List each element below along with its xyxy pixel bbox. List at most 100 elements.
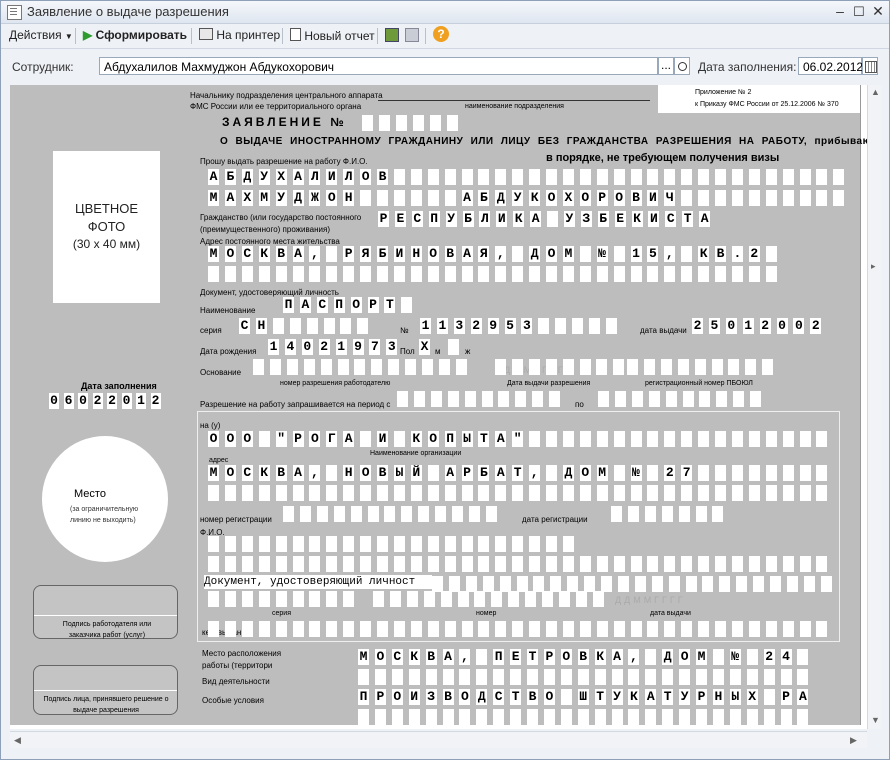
name-cell: У xyxy=(275,190,287,206)
org-cell xyxy=(765,431,777,447)
conditions-cell xyxy=(628,709,640,725)
fio-cell xyxy=(579,556,591,572)
photo-text-1: ЦВЕТНОЕ xyxy=(74,201,139,216)
regnum-cell xyxy=(299,506,311,522)
search-button[interactable] xyxy=(674,57,690,75)
basis-cell xyxy=(438,359,450,375)
generate-button[interactable]: ▶ Сформировать xyxy=(83,28,187,42)
citizenship-cell: К xyxy=(513,211,525,227)
work-place-cell: А xyxy=(611,649,623,665)
id-document-text[interactable]: Документ, удостоверяющий личност xyxy=(204,575,432,589)
org-cell: И xyxy=(377,431,388,447)
period-to-cell xyxy=(733,391,745,407)
citizenship-cell: Р xyxy=(378,211,389,227)
org-cell xyxy=(258,431,270,447)
work-place-cell: К xyxy=(594,649,606,665)
id-number-cell xyxy=(389,591,401,607)
copy-button[interactable] xyxy=(405,28,419,45)
birth-cell: 0 xyxy=(301,339,313,355)
date-field[interactable]: 06.02.2012 xyxy=(798,57,863,75)
org-address-cell xyxy=(816,485,828,501)
window-title: Заявление о выдаче разрешения xyxy=(27,4,229,19)
actions-menu[interactable]: Действия ▼ xyxy=(9,28,73,42)
scroll-down-icon[interactable]: ▼ xyxy=(871,715,880,725)
work-place-cell xyxy=(797,649,809,665)
employee-label: Сотрудник: xyxy=(12,60,74,74)
fill-date-cell: 0 xyxy=(78,393,88,409)
fio-cell xyxy=(613,556,625,572)
fio-cell xyxy=(731,556,743,572)
work-place-cell: О xyxy=(560,649,572,665)
select-button[interactable]: ... xyxy=(658,57,674,75)
help-button[interactable]: ? xyxy=(433,26,449,42)
work-place-cell xyxy=(645,649,657,665)
minimize-button[interactable]: – xyxy=(831,3,849,20)
period-from-cell xyxy=(413,391,425,407)
calendar-button[interactable] xyxy=(862,57,878,75)
horizontal-scrollbar[interactable]: ◀ ▶ xyxy=(10,731,867,748)
spreadsheet-viewport: Приложение № 2 к Приказу ФМС России от 2… xyxy=(10,85,867,729)
name-cell xyxy=(782,190,794,206)
sex-cell: Х xyxy=(419,339,430,355)
address-cell: , xyxy=(309,246,321,262)
id-doc-cell xyxy=(685,576,697,592)
id-series-cell xyxy=(275,591,287,607)
fio-cell xyxy=(799,556,811,572)
birth-cell: 1 xyxy=(268,339,279,355)
regnum-cell xyxy=(401,506,413,522)
org-cell xyxy=(664,431,676,447)
scroll-up-icon[interactable]: ▲ xyxy=(871,87,880,97)
org-address-cell xyxy=(343,485,355,501)
org-cell xyxy=(579,431,591,447)
print-button[interactable]: На принтер xyxy=(199,28,280,42)
id-doc-cell xyxy=(617,576,629,592)
work-place-cell: 2 xyxy=(763,649,775,665)
conditions-cell xyxy=(560,709,572,725)
basis-cell xyxy=(269,359,281,375)
name-cell: А xyxy=(224,190,236,206)
name-cell xyxy=(427,190,439,206)
issued-by-cell xyxy=(393,621,405,637)
fio-cell xyxy=(478,536,490,552)
name-cell xyxy=(681,190,693,206)
address-cell xyxy=(681,266,693,282)
copy-icon xyxy=(405,28,419,42)
conditions-cell xyxy=(577,709,589,725)
doc-name-cell: С xyxy=(316,297,328,313)
number-cell xyxy=(589,318,600,334)
number-cell xyxy=(555,318,567,334)
activity-cell xyxy=(662,669,674,685)
export-button[interactable] xyxy=(385,28,399,45)
vertical-scrollbar[interactable]: ▲ ▸ ▼ xyxy=(867,85,882,729)
org-cell: А xyxy=(343,431,355,447)
scroll-right-icon[interactable]: ▶ xyxy=(850,735,857,746)
org-cell: Т xyxy=(478,431,490,447)
surname-cell xyxy=(782,169,794,185)
activity-cell xyxy=(594,669,606,685)
address-cell xyxy=(630,266,642,282)
org-address-cell xyxy=(816,465,828,481)
scroll-thumb-icon[interactable]: ▸ xyxy=(871,261,876,272)
org-address-cell xyxy=(613,485,625,501)
surname-cell xyxy=(495,169,507,185)
fio-cell xyxy=(562,556,574,572)
annex-line1: Приложение № 2 xyxy=(695,89,752,96)
employee-field[interactable]: Абдухалилов Махмуджон Абдукохорович xyxy=(99,57,658,75)
maximize-button[interactable]: ☐ xyxy=(850,3,868,20)
basis-cell xyxy=(253,359,264,375)
scroll-left-icon[interactable]: ◀ xyxy=(14,735,21,746)
period-from-cell xyxy=(532,391,544,407)
new-report-button[interactable]: Новый отчет xyxy=(290,28,375,43)
address-cell xyxy=(664,266,676,282)
citizenship-cell: И xyxy=(648,211,660,227)
work-place-cell xyxy=(746,649,758,665)
close-button[interactable]: ✕ xyxy=(869,3,887,20)
reg-no-caption: регистрационный номер ПБОЮЛ xyxy=(645,380,753,387)
id-doc-cell xyxy=(584,576,596,592)
place-text: Место xyxy=(74,488,106,500)
fio-cell xyxy=(512,536,524,552)
address-cell xyxy=(478,266,490,282)
conditions-cell xyxy=(425,709,437,725)
address-cell: В xyxy=(715,246,726,262)
fio-cell xyxy=(275,536,287,552)
